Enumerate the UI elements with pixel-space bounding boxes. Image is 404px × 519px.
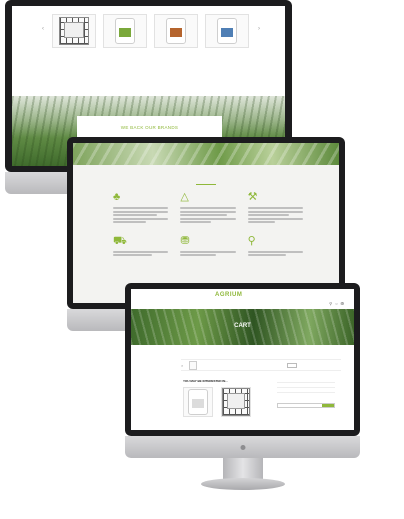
site-header: AGRIUM ⚲ ○ ⛃: [131, 289, 354, 309]
header-icons: ⚲ ○ ⛃: [329, 301, 344, 306]
feature-item: ♣: [113, 191, 169, 225]
related-products: [183, 387, 251, 420]
jug-image: [217, 18, 237, 44]
jug-image: [188, 389, 208, 415]
screen-features: ♣ △ ⚒ ⛟ ⛃ ⚲: [73, 143, 339, 303]
feature-item: ⛟: [113, 234, 169, 258]
feature-text: [180, 207, 236, 223]
product-image[interactable]: [183, 387, 213, 417]
page-title: CART: [234, 323, 251, 329]
feature-text: [113, 207, 169, 223]
product-carousel: [52, 14, 252, 51]
product-image[interactable]: [154, 14, 198, 48]
cart-icon: ⛃: [180, 234, 190, 247]
hero-banner: CART: [131, 309, 354, 345]
feature-text: [113, 250, 169, 256]
product-image[interactable]: [103, 14, 147, 48]
screen-cart: AGRIUM ⚲ ○ ⛃ CART × YOU MAY BE INTERESTE…: [131, 289, 354, 430]
product-image[interactable]: [205, 14, 249, 48]
cart-icon[interactable]: ⛃: [341, 301, 344, 306]
search-icon[interactable]: ⚲: [329, 301, 332, 306]
tote-tank-image: [59, 17, 89, 45]
remove-item-icon[interactable]: ×: [181, 363, 183, 368]
feature-text: [247, 250, 303, 256]
product-card[interactable]: [52, 14, 96, 51]
tote-tank-image: [222, 388, 250, 416]
brand-banner: WE BACK OUR BRANDS: [77, 116, 222, 138]
account-icon[interactable]: ○: [335, 301, 337, 306]
jug-image: [115, 18, 135, 44]
cart-totals: [277, 379, 335, 408]
coupon-input[interactable]: [277, 403, 335, 408]
feature-item: ⛃: [180, 234, 236, 258]
related-product-card[interactable]: [183, 387, 213, 420]
title-divider: [196, 184, 216, 185]
jug-image: [166, 18, 186, 44]
brand-banner-text: WE BACK OUR BRANDS: [120, 124, 179, 130]
feature-item: △: [180, 191, 236, 225]
product-image[interactable]: [221, 387, 251, 417]
related-product-card[interactable]: [221, 387, 251, 420]
quantity-input[interactable]: [287, 362, 298, 368]
site-logo[interactable]: AGRIUM: [215, 292, 242, 298]
product-thumbnail[interactable]: [189, 360, 198, 370]
leaf-banner-image: [73, 143, 339, 165]
feature-text: [180, 250, 236, 256]
map-pin-icon: ⚲: [247, 234, 256, 247]
feature-text: [247, 207, 303, 223]
totals-row: [277, 392, 335, 397]
compass-icon: △: [180, 191, 189, 203]
apple-logo-icon: [240, 444, 245, 450]
related-products-title: YOU MAY BE INTERESTED IN...: [183, 379, 228, 383]
carousel-next-icon[interactable]: ›: [258, 26, 260, 32]
tools-icon: ⚒: [247, 191, 258, 203]
feature-item: ⚒: [247, 191, 303, 225]
product-card[interactable]: [154, 14, 198, 51]
product-card[interactable]: [205, 14, 249, 51]
product-card[interactable]: [103, 14, 147, 51]
table-row: ×: [181, 359, 341, 371]
carousel-prev-icon[interactable]: ‹: [42, 26, 44, 32]
product-image[interactable]: [52, 14, 96, 48]
feature-item: ⚲: [247, 234, 303, 258]
monitor-stand-base: [201, 478, 285, 490]
logo-wordmark[interactable]: AGRIUM: [215, 292, 242, 298]
tractor-icon: ⛟: [113, 234, 127, 247]
monitor-chin: [125, 436, 360, 458]
feature-grid: ♣ △ ⚒ ⛟ ⛃ ⚲: [113, 191, 303, 258]
seedling-icon: ♣: [113, 191, 121, 203]
